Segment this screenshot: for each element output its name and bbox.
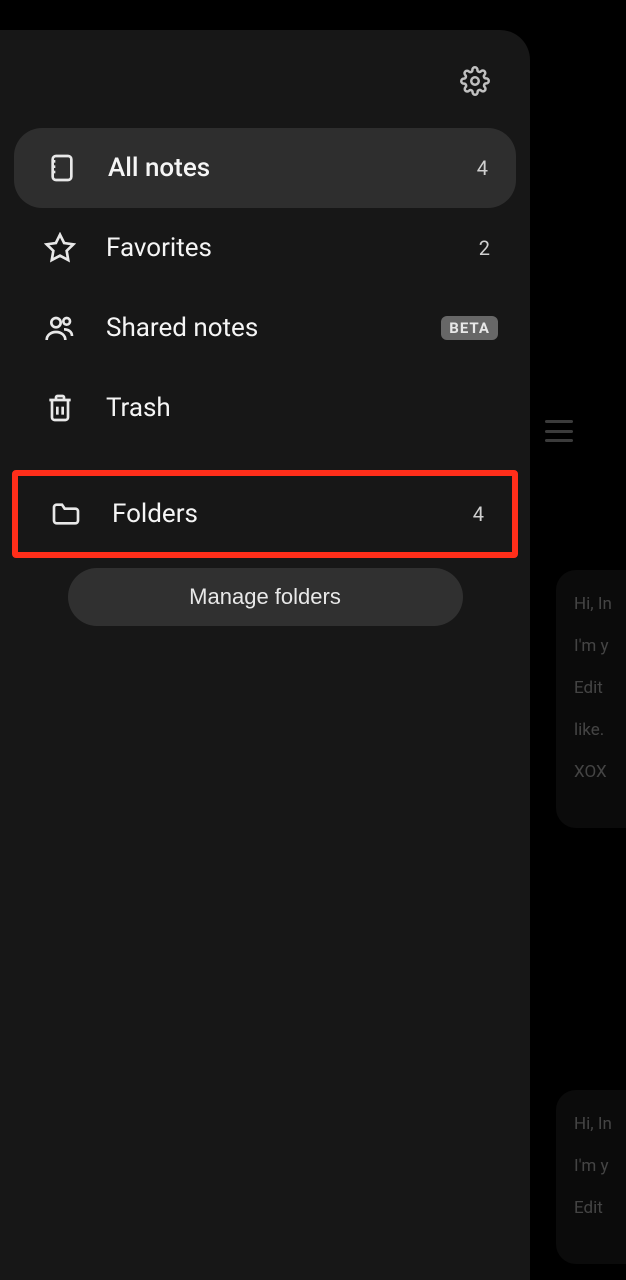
bg-text: Hi, In (574, 1114, 626, 1134)
bg-text: I'm y (574, 636, 626, 656)
nav-label: Shared notes (106, 313, 427, 343)
menu-icon (545, 420, 573, 442)
nav-item-folders[interactable]: Folders 4 (18, 476, 512, 552)
navigation-list: All notes 4 Favorites 2 Shared note (0, 128, 530, 626)
nav-count: 4 (473, 502, 484, 526)
nav-count: 2 (479, 236, 490, 260)
nav-item-favorites[interactable]: Favorites 2 (12, 208, 518, 288)
folders-highlight: Folders 4 (12, 470, 518, 558)
nav-item-trash[interactable]: Trash (12, 368, 518, 448)
nav-item-shared-notes[interactable]: Shared notes BETA (12, 288, 518, 368)
people-icon (44, 312, 76, 344)
background-note-card-2: Hi, In I'm y Edit (556, 1090, 626, 1264)
folder-icon (50, 498, 82, 530)
bg-text: like. (574, 720, 626, 740)
bg-text: Edit (574, 1198, 626, 1218)
nav-label: Favorites (106, 233, 449, 263)
background-note-card: Hi, In I'm y Edit like. XOX (556, 570, 626, 828)
nav-label: All notes (108, 153, 447, 183)
bg-text: Edit (574, 678, 626, 698)
nav-label: Trash (106, 393, 498, 423)
gear-icon (460, 66, 490, 96)
star-icon (44, 232, 76, 264)
nav-count: 4 (477, 156, 488, 180)
nav-item-all-notes[interactable]: All notes 4 (14, 128, 516, 208)
manage-folders-button[interactable]: Manage folders (68, 568, 463, 626)
header-row (0, 54, 530, 128)
bg-text: I'm y (574, 1156, 626, 1176)
beta-badge: BETA (441, 316, 498, 340)
manage-folders-wrap: Manage folders (12, 560, 518, 626)
navigation-drawer: All notes 4 Favorites 2 Shared note (0, 30, 530, 1280)
hamburger-menu-behind (545, 420, 573, 442)
bg-text: XOX (574, 762, 626, 782)
notes-icon (46, 152, 78, 184)
trash-icon (44, 392, 76, 424)
settings-button[interactable] (460, 66, 490, 100)
nav-label: Folders (112, 499, 443, 529)
bg-text: Hi, In (574, 594, 626, 614)
